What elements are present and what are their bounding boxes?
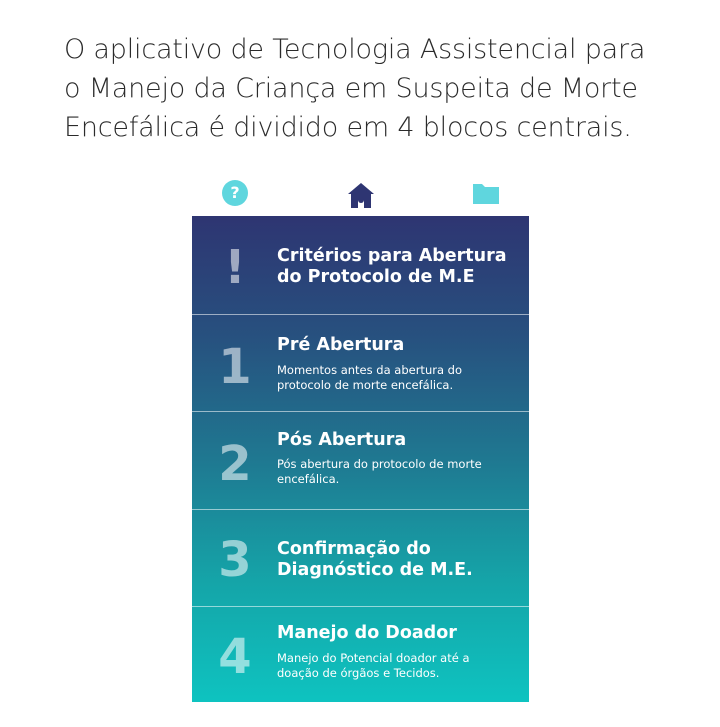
home-icon-graphic: [348, 183, 374, 208]
exclamation-icon: !: [224, 240, 246, 294]
caption-line: O aplicativo de Tecnologia Assistencial …: [64, 34, 646, 65]
menu-item-title: Critérios para Abertura do Protocolo de …: [277, 246, 517, 288]
menu-item-number: 3: [218, 532, 252, 588]
menu-item-description: Manejo do Potencial doador até a doação …: [277, 651, 507, 681]
menu-item-number: 4: [218, 629, 252, 685]
menu-item-title-line: Critérios para Abertura: [277, 246, 507, 266]
intro-caption: O aplicativo de Tecnologia Assistencial …: [64, 30, 704, 147]
menu-item-desc-line: Pós abertura do protocolo de morte: [277, 457, 482, 471]
menu-item-number: 1: [218, 339, 252, 395]
menu-item-title-line: Pré Abertura: [277, 335, 405, 355]
top-navigation: ?: [192, 176, 529, 216]
menu-item-confirmacao[interactable]: 3 Confirmação do Diagnóstico de M.E.: [192, 510, 529, 607]
menu-item-pre-abertura[interactable]: 1 Pré Abertura Momentos antes da abertur…: [192, 315, 529, 412]
menu-item-number: 2: [218, 436, 252, 492]
menu-item-desc-line: protocolo de morte encefálica.: [277, 378, 454, 392]
menu-item-criterios[interactable]: ! Critérios para Abertura do Protocolo d…: [192, 216, 529, 315]
caption-line: o Manejo da Criança em Suspeita de Morte: [64, 73, 638, 104]
folder-icon-graphic: [473, 184, 499, 204]
help-circle-icon[interactable]: ?: [222, 180, 248, 206]
menu-item-title-line: Diagnóstico de M.E.: [277, 560, 473, 580]
menu-item-title-line: Confirmação do: [277, 539, 431, 559]
main-menu: ! Critérios para Abertura do Protocolo d…: [192, 216, 529, 702]
menu-item-description: Pós abertura do protocolo de morte encef…: [277, 457, 507, 487]
folder-icon[interactable]: [472, 182, 500, 206]
menu-item-title: Manejo do Doador: [277, 623, 517, 644]
menu-item-title-line: do Protocolo de M.E: [277, 267, 475, 287]
menu-item-pos-abertura[interactable]: 2 Pós Abertura Pós abertura do protocolo…: [192, 412, 529, 510]
menu-item-title: Confirmação do Diagnóstico de M.E.: [277, 539, 517, 581]
caption-line: Encefálica é dividido em 4 blocos centra…: [64, 112, 632, 143]
menu-item-desc-line: encefálica.: [277, 472, 340, 486]
menu-item-title: Pós Abertura: [277, 430, 517, 451]
menu-item-desc-line: doação de órgãos e Tecidos.: [277, 666, 440, 680]
menu-item-title-line: Manejo do Doador: [277, 623, 457, 643]
menu-item-title: Pré Abertura: [277, 335, 517, 356]
menu-item-manejo-doador[interactable]: 4 Manejo do Doador Manejo do Potencial d…: [192, 607, 529, 702]
menu-item-description: Momentos antes da abertura do protocolo …: [277, 363, 507, 393]
menu-item-title-line: Pós Abertura: [277, 430, 407, 450]
menu-item-desc-line: Manejo do Potencial doador até a: [277, 651, 470, 665]
menu-item-desc-line: Momentos antes da abertura do: [277, 363, 462, 377]
home-icon[interactable]: [346, 180, 376, 210]
